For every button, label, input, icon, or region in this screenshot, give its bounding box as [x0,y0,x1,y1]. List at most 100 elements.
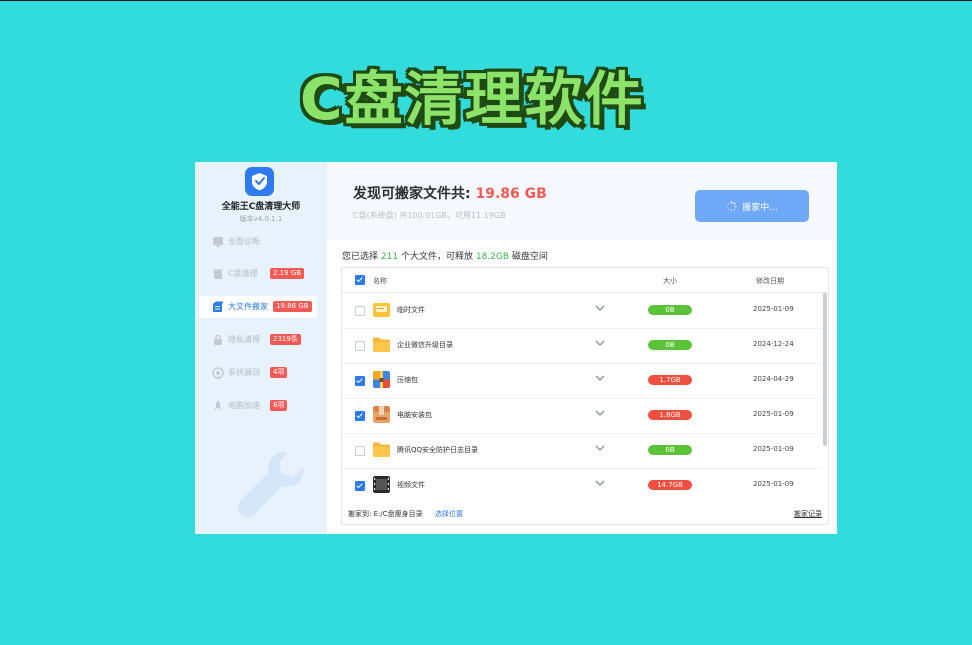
chevron-down-icon[interactable] [595,338,605,348]
table-row[interactable]: 电脑安装包 1.8GB 2025-01-09 [342,398,822,434]
size-badge: 0B [648,340,692,350]
chevron-down-icon[interactable] [595,408,605,418]
chevron-down-icon[interactable] [595,478,605,488]
size-badge: 1.8GB [648,410,692,420]
sidebar-item-large-file-move[interactable]: 大文件搬家 19.86 GB [199,296,317,318]
disk-info: C盘(系统盘) 共100.01GB，可用11.19GB [353,211,506,220]
table-header: 名称 大小 修改日期 [342,268,828,293]
move-history-link[interactable]: 搬家记录 [794,509,822,519]
app-title: 全能王C盘清理大师 [221,202,301,212]
app-version: 版本v4.0.1.1 [239,215,283,223]
spinner-icon [726,200,737,211]
app-logo [245,167,274,196]
table-footer: 搬家到: E:/C盘瘦身目录 选择位置 搬家记录 [342,504,828,524]
choose-location-link[interactable]: 选择位置 [435,509,463,519]
monitor-icon [213,237,223,247]
found-files-title: 发现可搬家文件共: 19.86 GB [353,183,547,203]
wrench-watermark-icon [238,451,304,517]
file-name: 视频文件 [397,481,425,489]
sidebar-badge: 4项 [270,367,288,378]
summary-count: 211 [380,252,399,262]
sidebar-item-c-drive-clean[interactable]: C盘清理 2.19 GB [199,263,317,285]
summary-prefix: 您已选择 [342,252,379,262]
shield-icon [212,367,224,379]
sidebar-badge: 19.86 GB [273,301,312,312]
folder-icon [373,442,390,457]
sidebar-item-pc-speedup[interactable]: 电脑加速 8项 [199,395,317,417]
row-checkbox[interactable] [355,411,365,421]
sidebar-item-full-diagnosis[interactable]: 全面诊断 [199,231,317,253]
file-name: 临时文件 [397,306,425,314]
sidebar-item-label: 电脑加速 [228,401,260,410]
modified-date: 2024-04-29 [753,375,794,383]
summary-suffix: 磁盘空间 [511,252,548,262]
table-row[interactable]: 视频文件 14.7GB 2025-01-09 [342,468,822,503]
lock-icon [214,334,222,345]
row-checkbox[interactable] [355,446,365,456]
move-destination: 搬家到: E:/C盘瘦身目录 [348,510,423,518]
sidebar: 全能王C盘清理大师 版本v4.0.1.1 全面诊断 C盘清理 2.19 GB 大… [195,162,327,534]
summary-size: 18.2GB [475,252,510,262]
header-panel: 发现可搬家文件共: 19.86 GB C盘(系统盘) 共100.01GB，可用1… [327,162,837,240]
video-file-icon [373,476,390,493]
file-stack-icon [213,301,223,312]
size-badge: 14.7GB [648,480,692,490]
selection-summary: 您已选择 211 个大文件，可释放 18.2GB 磁盘空间 [342,249,548,262]
chevron-down-icon[interactable] [595,443,605,453]
top-border [0,0,972,1]
sidebar-item-label: 隐私清理 [228,335,260,344]
moving-button-label: 搬家中... [742,202,778,213]
app-window: 全能王C盘清理大师 版本v4.0.1.1 全面诊断 C盘清理 2.19 GB 大… [195,162,837,534]
found-files-label: 发现可搬家文件共: [353,186,471,202]
sidebar-item-label: 系统漏洞 [228,368,260,377]
row-checkbox[interactable] [355,341,365,351]
found-files-size: 19.86 GB [475,186,547,202]
sidebar-item-system-vulnerability[interactable]: 系统漏洞 4项 [199,362,317,384]
chevron-down-icon[interactable] [595,303,605,313]
table-row[interactable]: 压缩包 1.7GB 2024-04-29 [342,363,822,399]
file-name: 电脑安装包 [397,411,432,419]
folder-icon [373,337,390,352]
summary-middle: 个大文件，可释放 [400,252,473,262]
file-name: 压缩包 [397,376,418,384]
sidebar-badge: 2319条 [270,334,301,345]
table-scrollbar[interactable] [823,293,827,446]
modified-date: 2024-12-24 [753,340,794,348]
broom-shield-icon [252,173,267,191]
row-checkbox[interactable] [355,376,365,386]
sidebar-item-label: C盘清理 [228,269,258,278]
sidebar-badge: 2.19 GB [270,268,305,279]
package-icon [373,406,390,423]
column-name: 名称 [373,277,387,285]
table-row[interactable]: 企业微信升级目录 0B 2024-12-24 [342,328,822,364]
modified-date: 2025-01-09 [753,445,794,453]
sidebar-item-label: 全面诊断 [228,237,260,246]
modified-date: 2025-01-09 [753,305,794,313]
size-badge: 0B [648,445,692,455]
rocket-icon [214,400,222,410]
file-table: 名称 大小 修改日期 临时文件 0B 2025-01-09 企业微信升级目录 0… [341,267,829,525]
row-checkbox[interactable] [355,306,365,316]
table-row[interactable]: 临时文件 0B 2025-01-09 [342,293,822,329]
promo-headline: C盘清理软件 [300,65,645,133]
select-all-checkbox[interactable] [355,275,365,285]
sidebar-item-privacy-clean[interactable]: 隐私清理 2319条 [199,329,317,351]
column-date: 修改日期 [756,277,784,285]
file-name: 企业微信升级目录 [397,341,453,349]
size-badge: 1.7GB [648,375,692,385]
main-panel: 发现可搬家文件共: 19.86 GB C盘(系统盘) 共100.01GB，可用1… [327,162,837,534]
table-row[interactable]: 腾讯QQ安全防护日志目录 0B 2025-01-09 [342,433,822,469]
size-badge: 0B [648,305,692,315]
file-name: 腾讯QQ安全防护日志目录 [397,446,479,454]
modified-date: 2025-01-09 [753,480,794,488]
sidebar-badge: 8项 [270,400,288,411]
sidebar-item-label: 大文件搬家 [228,302,268,311]
row-checkbox[interactable] [355,481,365,491]
archive-icon [373,371,390,388]
column-size: 大小 [663,277,677,285]
modified-date: 2025-01-09 [753,410,794,418]
chevron-down-icon[interactable] [595,373,605,383]
moving-button[interactable]: 搬家中... [695,190,809,222]
trash-icon [213,269,223,279]
temp-folder-icon [373,303,390,317]
